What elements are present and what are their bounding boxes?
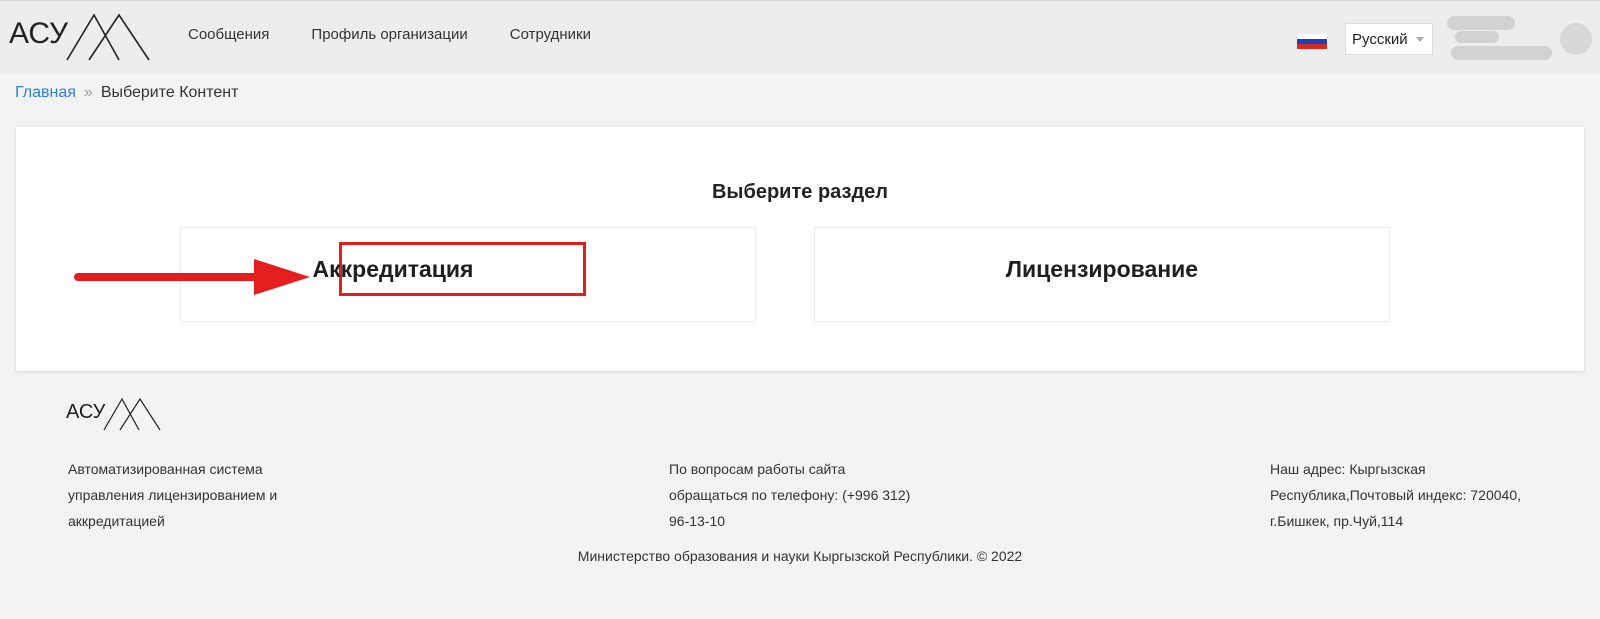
footer-logo: АСУ: [66, 396, 162, 437]
language-select[interactable]: Русский: [1345, 23, 1433, 55]
licensing-option[interactable]: Лицензирование: [814, 227, 1390, 322]
user-role-blurred: [1455, 31, 1499, 43]
footer-about-line: аккредитацией: [68, 513, 165, 529]
section-select-card: Выберите раздел Аккредитация Лицензирова…: [16, 127, 1584, 371]
breadcrumb-separator: »: [83, 84, 93, 101]
asula-logo[interactable]: АСУ: [9, 10, 151, 67]
chevron-down-icon: [1416, 37, 1424, 42]
user-name-blurred: [1447, 16, 1515, 30]
footer-contact-line: По вопросам работы сайта: [669, 461, 846, 477]
breadcrumb: Главная » Выберите Контент: [15, 84, 238, 102]
copyright: Министерство образования и науки Кыргызс…: [577, 548, 1023, 564]
footer-address-line: Наш адрес: Кыргызская: [1270, 461, 1426, 477]
footer-contact-line: обращаться по телефону: (+996 312): [669, 487, 911, 503]
footer-contact: По вопросам работы сайта обращаться по т…: [669, 456, 910, 534]
footer-about-line: Автоматизированная система: [68, 461, 263, 477]
svg-text:АСУ: АСУ: [66, 401, 106, 423]
main-nav: Сообщения Профиль организации Сотрудники: [188, 26, 633, 43]
footer-about: Автоматизированная система управления ли…: [68, 456, 277, 534]
russian-flag-icon: [1297, 34, 1327, 49]
red-arrow-icon: [74, 259, 310, 295]
nav-employees[interactable]: Сотрудники: [510, 26, 591, 43]
licensing-label: Лицензирование: [1005, 256, 1199, 282]
user-org-blurred: [1451, 46, 1552, 60]
breadcrumb-home-link[interactable]: Главная: [15, 84, 76, 101]
breadcrumb-current: Выберите Контент: [100, 84, 239, 101]
svg-text:АСУ: АСУ: [9, 17, 69, 50]
footer-address-line: г.Бишкек, пр.Чуй,114: [1270, 513, 1404, 529]
nav-messages[interactable]: Сообщения: [188, 26, 269, 43]
language-select-value: Русский: [1352, 31, 1408, 48]
nav-organization-profile[interactable]: Профиль организации: [311, 26, 467, 43]
footer-address: Наш адрес: Кыргызская Республика,Почтовы…: [1270, 456, 1521, 534]
footer-about-line: управления лицензированием и: [68, 487, 278, 503]
user-avatar[interactable]: [1560, 23, 1592, 55]
top-navbar: АСУ Сообщения Профиль организации Сотруд…: [0, 0, 1600, 74]
page-title: Выберите раздел: [711, 181, 889, 203]
footer-contact-line: 96-13-10: [669, 513, 726, 529]
footer-address-line: Республика,Почтовый индекс: 720040,: [1270, 487, 1521, 503]
